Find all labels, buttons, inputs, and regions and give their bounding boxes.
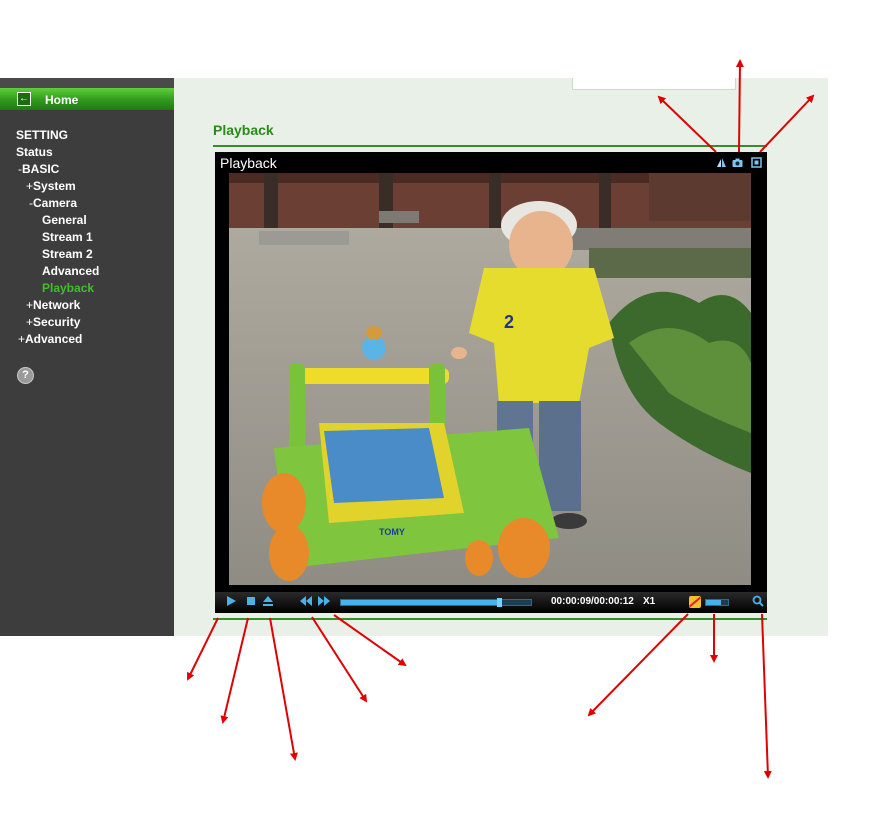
nav-advanced-label: Advanced [25,332,83,346]
nav-camera-label: Camera [33,196,78,210]
player-title: Playback [220,155,277,171]
nav-camera-advanced[interactable]: Advanced [42,264,99,278]
arrow-eject [269,617,298,761]
play-icon[interactable] [224,595,238,610]
stop-icon[interactable] [244,595,258,610]
nav-system-label: System [33,179,76,193]
expand-sign: + [26,298,34,312]
nav-network[interactable]: +Network [26,298,80,312]
arrow-zoom [761,613,772,779]
nav-basic[interactable]: -BASIC [18,162,59,176]
fullscreen-icon[interactable] [751,157,762,168]
player-control-bar: 00:00:09/00:00:12 X1 [215,592,767,613]
page-title: Playback [213,122,274,138]
back-arrow-icon: ← [17,92,31,106]
zoom-icon[interactable] [751,595,765,610]
image-adjust-icon[interactable] [716,157,727,168]
fast-forward-icon[interactable] [316,595,332,610]
home-label: Home [45,93,79,107]
help-icon[interactable]: ? [17,367,34,384]
progress-slider[interactable] [340,598,532,607]
nav-status[interactable]: Status [16,145,53,159]
nav-basic-label: BASIC [22,162,60,176]
bottom-divider [213,618,767,620]
time-readout: 00:00:09/00:00:12 [551,596,634,607]
volume-slider[interactable] [705,599,729,606]
nav-security-label: Security [33,315,81,329]
title-divider [213,145,767,147]
nav-playback[interactable]: Playback [42,281,94,295]
sidebar-top-strip [0,78,174,88]
mute-icon[interactable] [689,596,701,608]
nav-setting: SETTING [16,128,69,142]
expand-sign: + [18,332,26,346]
volume-fill [706,600,721,605]
nav-stream-2[interactable]: Stream 2 [42,247,93,261]
progress-handle[interactable] [497,598,502,607]
expand-sign: + [26,179,34,193]
rewind-icon[interactable] [298,595,314,610]
snapshot-icon[interactable] [732,157,743,168]
toy-brand-label: TOMY [379,527,405,537]
progress-fill [341,600,499,605]
nav-general[interactable]: General [42,213,87,227]
nav-advanced[interactable]: +Advanced [18,332,82,346]
nav-stream-1[interactable]: Stream 1 [42,230,93,244]
nav-camera[interactable]: -Camera [29,196,77,210]
video-still-image: 2 TOMY [229,173,751,585]
video-player: Playback 2 TOMY 00:00:09/00:00:12 X1 [215,152,767,613]
nav-system[interactable]: +System [26,179,76,193]
top-field[interactable] [572,78,736,90]
home-button[interactable]: ← Home [0,88,174,110]
video-frame[interactable]: 2 TOMY [229,173,751,585]
speed-readout[interactable]: X1 [643,596,655,607]
expand-sign: + [26,315,34,329]
nav-network-label: Network [33,298,81,312]
sidebar: ← Home SETTING Status -BASIC +System -Ca… [0,78,174,636]
eject-icon[interactable] [261,595,275,610]
nav-security[interactable]: +Security [26,315,80,329]
shirt-number: 2 [504,312,514,332]
